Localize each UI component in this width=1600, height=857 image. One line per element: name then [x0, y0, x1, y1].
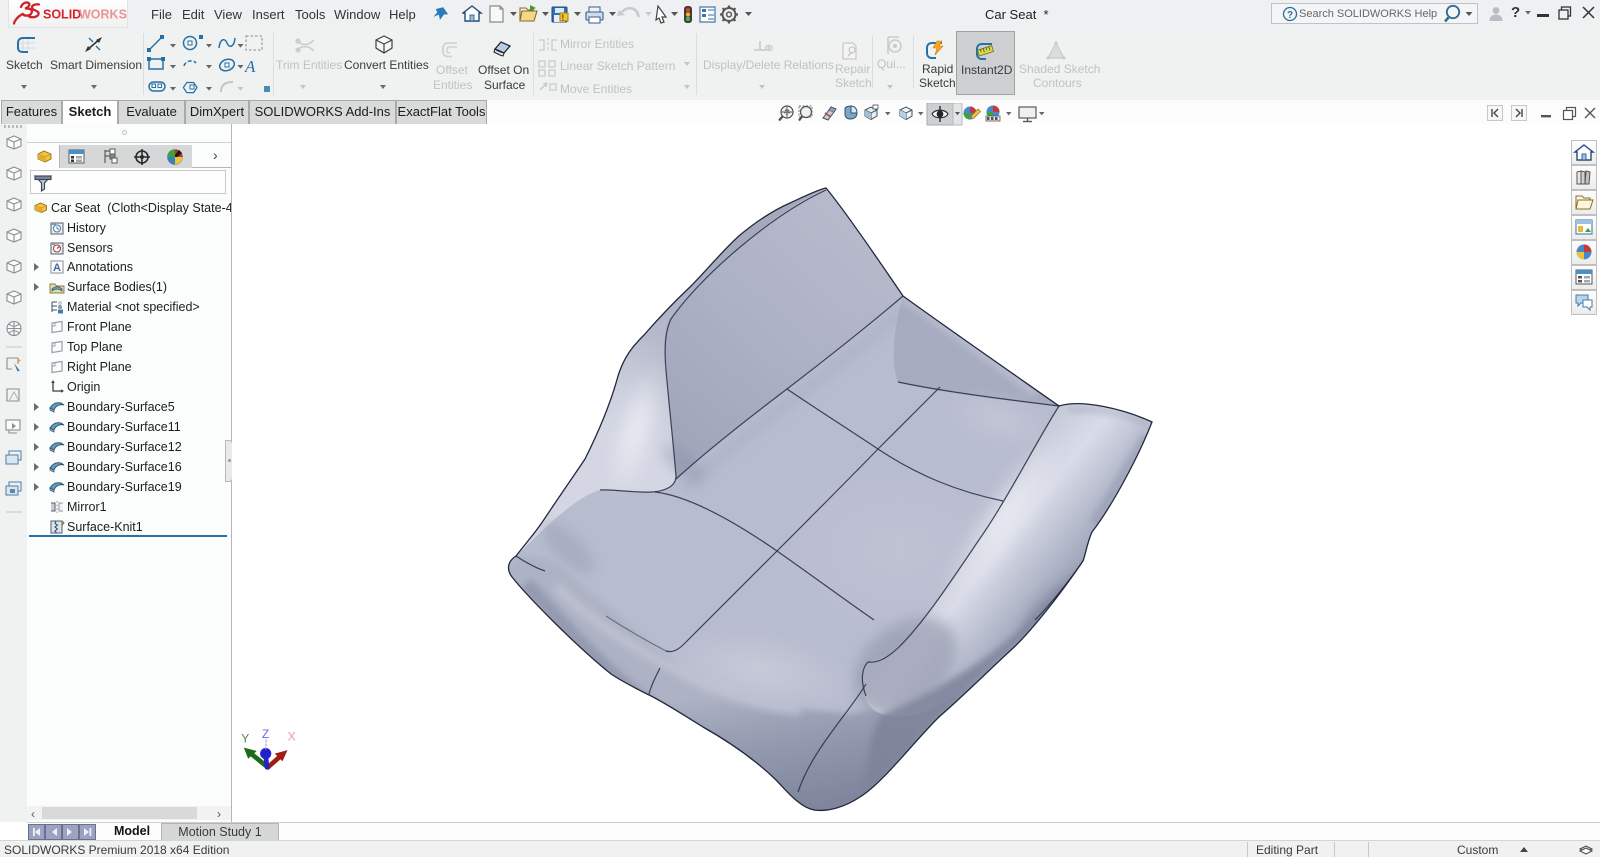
- svg-text:SOLID: SOLID: [43, 8, 81, 22]
- svg-text:!: !: [562, 14, 565, 23]
- svg-text:Z: Z: [262, 727, 269, 741]
- svg-text:?: ?: [1287, 10, 1293, 21]
- svg-text:A: A: [53, 262, 61, 274]
- svg-text:X: X: [288, 730, 296, 744]
- svg-text:Y: Y: [241, 731, 249, 745]
- svg-text:A: A: [244, 57, 256, 76]
- svg-text:WORKS: WORKS: [79, 8, 127, 22]
